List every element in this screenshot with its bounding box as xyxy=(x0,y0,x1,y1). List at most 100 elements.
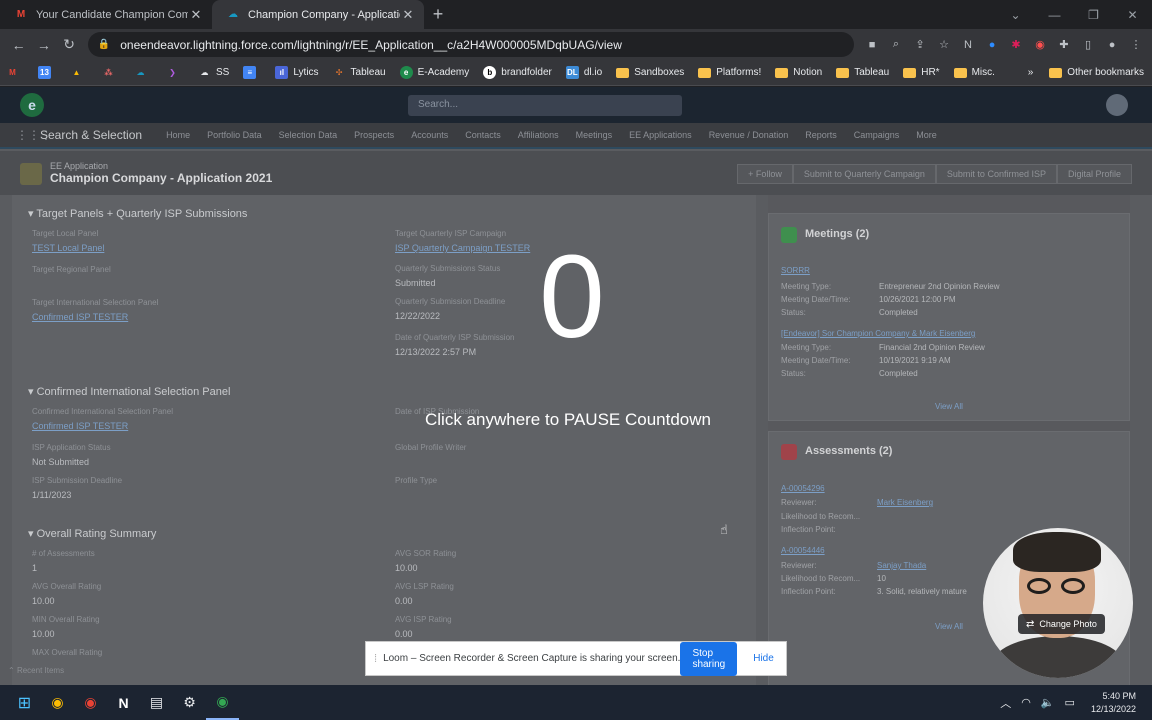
digital-profile-button[interactable]: Digital Profile xyxy=(1056,164,1132,184)
nav-affiliations[interactable]: Affiliations xyxy=(518,130,559,140)
tray-chevron-icon[interactable]: ︿ xyxy=(1000,695,1011,711)
bookmark-e-academy[interactable]: e E-Academy xyxy=(399,66,469,79)
sidepanel-icon[interactable]: ▯ xyxy=(1078,35,1098,55)
reviewer-link[interactable]: Sanjay Thada xyxy=(877,561,926,570)
nav-prospects[interactable]: Prospects xyxy=(354,130,394,140)
camera-icon[interactable]: ■ xyxy=(862,35,882,55)
share-icon[interactable]: ⇪ xyxy=(910,35,930,55)
assessment-link[interactable]: A-00054296 xyxy=(781,484,825,493)
bookmark-sandboxes[interactable]: Sandboxes xyxy=(616,67,684,78)
profile-avatar-icon[interactable]: ● xyxy=(1102,35,1122,55)
quarterly-campaign-link[interactable]: ISP Quarterly Campaign TESTER xyxy=(395,243,530,253)
bookmark-dlio[interactable]: DL dl.io xyxy=(565,66,602,79)
zoom-ext-icon[interactable]: ● xyxy=(982,35,1002,55)
menu-dots-icon[interactable]: ⋮ xyxy=(1126,35,1146,55)
app-launcher-icon[interactable]: ⋮⋮⋮ xyxy=(16,128,52,142)
assessment-link[interactable]: A-00054446 xyxy=(781,546,825,555)
nav-contacts[interactable]: Contacts xyxy=(465,130,501,140)
forward-icon[interactable]: → xyxy=(31,37,56,53)
tab-candidate-champion[interactable]: M Your Candidate Champion Company ✕ xyxy=(0,0,212,29)
loom-ext-icon[interactable]: ◉ xyxy=(1030,35,1050,55)
pause-countdown-message[interactable]: Click anywhere to PAUSE Countdown xyxy=(400,410,736,430)
close-tab-icon[interactable]: ✕ xyxy=(188,7,204,23)
submit-quarterly-button[interactable]: Submit to Quarterly Campaign xyxy=(792,164,936,184)
nav-ee-applications[interactable]: EE Applications xyxy=(629,130,692,140)
bookmark-ss[interactable]: ☁ SS xyxy=(198,66,230,79)
endeavor-logo[interactable]: e xyxy=(20,93,44,117)
zoom-icon[interactable]: ⌕ xyxy=(886,35,906,55)
nav-selection-data[interactable]: Selection Data xyxy=(279,130,338,140)
follow-button[interactable]: + Follow xyxy=(737,164,793,184)
new-tab-button[interactable]: + xyxy=(424,0,452,29)
slack-ext-icon[interactable]: ✱ xyxy=(1006,35,1026,55)
taskbar-clock[interactable]: 5:40 PM 12/13/2022 xyxy=(1091,690,1136,714)
volume-icon[interactable]: 🔈 xyxy=(1041,696,1055,709)
meeting-link[interactable]: [Endeavor] Sor Champion Company & Mark E… xyxy=(781,329,975,338)
battery-icon[interactable]: ▭ xyxy=(1065,696,1075,709)
bookmark-salesforce[interactable]: ☁ xyxy=(134,66,152,79)
meeting-link[interactable]: SORRR xyxy=(781,266,810,275)
reload-icon[interactable]: ↻ xyxy=(57,36,82,53)
section-rating-summary[interactable]: ▾ Overall Rating Summary xyxy=(28,527,156,540)
nav-portfolio-data[interactable]: Portfolio Data xyxy=(207,130,262,140)
chrome-active-icon[interactable]: ◉ xyxy=(206,685,239,720)
recent-items-bar[interactable]: ⌃ Recent Items xyxy=(8,666,64,675)
tab-champion-application[interactable]: ☁ Champion Company - Application 2 ✕ xyxy=(212,0,424,29)
nav-meetings[interactable]: Meetings xyxy=(576,130,613,140)
bookmark-tableau-folder[interactable]: Tableau xyxy=(836,67,889,78)
bookmark-lytics[interactable]: ıl Lytics xyxy=(275,66,319,79)
nav-more[interactable]: More xyxy=(916,130,937,140)
card-title[interactable]: Assessments (2) xyxy=(805,445,892,457)
nav-accounts[interactable]: Accounts xyxy=(411,130,448,140)
user-avatar[interactable] xyxy=(1106,94,1128,116)
bookmark-tableau[interactable]: ✣ Tableau xyxy=(333,66,386,79)
chrome-icon[interactable]: ◉ xyxy=(41,685,74,720)
bookmark-calendar[interactable]: 13 xyxy=(38,66,56,79)
bookmark-asana[interactable]: ⁂ xyxy=(102,66,120,79)
address-bar[interactable]: 🔒 oneendeavor.lightning.force.com/lightn… xyxy=(87,32,855,57)
change-photo-button[interactable]: ⇄ Change Photo xyxy=(1018,614,1105,634)
bookmark-docs[interactable]: ≡ xyxy=(243,66,261,79)
bookmark-gmail[interactable]: M xyxy=(6,66,24,79)
view-all-assessments-link[interactable]: View All xyxy=(935,622,963,631)
hide-button[interactable]: Hide xyxy=(745,649,782,668)
nav-home[interactable]: Home xyxy=(166,130,190,140)
notepad-icon[interactable]: ▤ xyxy=(140,685,173,720)
bookmark-arrow[interactable]: ❯ xyxy=(166,66,184,79)
card-title[interactable]: Meetings (2) xyxy=(805,228,869,240)
nav-revenue-donation[interactable]: Revenue / Donation xyxy=(709,130,789,140)
back-icon[interactable]: ← xyxy=(6,37,31,53)
nav-reports[interactable]: Reports xyxy=(805,130,837,140)
stop-sharing-button[interactable]: Stop sharing xyxy=(680,641,738,676)
target-intl-panel-link[interactable]: Confirmed ISP TESTER xyxy=(32,312,128,322)
confirmed-panel-link[interactable]: Confirmed ISP TESTER xyxy=(32,421,128,431)
close-window-icon[interactable]: ✕ xyxy=(1113,0,1152,29)
submit-confirmed-isp-button[interactable]: Submit to Confirmed ISP xyxy=(935,164,1057,184)
wifi-icon[interactable]: ◠ xyxy=(1021,696,1031,709)
target-local-panel-link[interactable]: TEST Local Panel xyxy=(32,243,104,253)
bookmark-star-icon[interactable]: ☆ xyxy=(934,35,954,55)
drag-handle-icon[interactable]: ⁞ xyxy=(374,653,377,665)
puzzle-icon[interactable]: ✚ xyxy=(1054,35,1074,55)
section-target-panels[interactable]: ▾ Target Panels + Quarterly ISP Submissi… xyxy=(28,207,247,220)
reviewer-link[interactable]: Mark Eisenberg xyxy=(877,498,933,507)
bookmarks-overflow-icon[interactable]: » xyxy=(1028,67,1034,78)
bookmark-drive[interactable]: ▲ xyxy=(70,66,88,79)
bookmark-misc[interactable]: Misc. xyxy=(953,67,995,78)
tab-search-icon[interactable]: ⌄ xyxy=(996,0,1035,29)
minimize-icon[interactable]: — xyxy=(1035,0,1074,29)
nav-campaigns[interactable]: Campaigns xyxy=(854,130,900,140)
section-confirmed-panel[interactable]: ▾ Confirmed International Selection Pane… xyxy=(28,385,230,398)
bookmark-hr[interactable]: HR* xyxy=(903,67,940,78)
countdown-number[interactable]: 0 xyxy=(520,238,624,356)
restore-icon[interactable]: ❐ xyxy=(1074,0,1113,29)
close-tab-icon[interactable]: ✕ xyxy=(400,7,416,23)
loom-camera-bubble[interactable] xyxy=(983,528,1133,678)
settings-gear-icon[interactable]: ⚙ xyxy=(173,685,206,720)
bookmark-platforms[interactable]: Platforms! xyxy=(698,67,761,78)
notion-icon[interactable]: N xyxy=(107,685,140,720)
bookmark-brandfolder[interactable]: b brandfolder xyxy=(483,66,552,79)
windows-start-icon[interactable]: ⊞ xyxy=(8,685,41,720)
view-all-meetings-link[interactable]: View All xyxy=(935,402,963,411)
bookmark-notion[interactable]: Notion xyxy=(775,67,822,78)
